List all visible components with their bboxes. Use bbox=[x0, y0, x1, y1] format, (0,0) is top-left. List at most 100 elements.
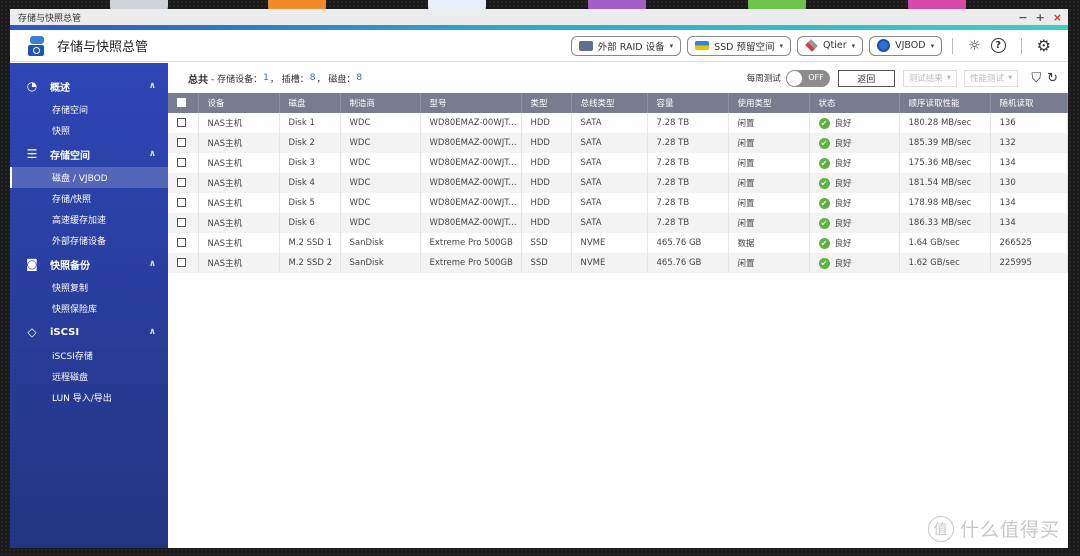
cell-model: Extreme Pro 500GB bbox=[420, 233, 522, 253]
cell-rand-read: 136 bbox=[990, 113, 1068, 133]
status-text: 良好 bbox=[834, 219, 852, 229]
cell-bus: SATA bbox=[571, 133, 648, 153]
sidebar-item-cache-acceleration[interactable]: 高速缓存加速 bbox=[10, 209, 168, 230]
sidebar-item-external-storage[interactable]: 外部存储设备 bbox=[10, 230, 168, 251]
cell-vendor: WDC bbox=[340, 193, 421, 213]
table-row[interactable]: NAS主机 Disk 2 WDC WD80EMAZ-00WJT... HDD SATA 7.… bbox=[168, 133, 1068, 153]
column-header[interactable]: 总线类型 bbox=[571, 93, 648, 113]
chevron-up-icon[interactable]: ∧ bbox=[149, 149, 156, 159]
chevron-up-icon[interactable]: ∧ bbox=[149, 327, 156, 337]
ssd-overprovision-label: SSD 预留空间 bbox=[714, 41, 775, 53]
select-all-checkbox[interactable] bbox=[177, 98, 186, 107]
window-titlebar[interactable]: 存储与快照总管 − + × bbox=[10, 9, 1068, 25]
column-header[interactable]: 型号 bbox=[420, 93, 522, 113]
column-header[interactable]: 随机读取 bbox=[990, 93, 1068, 113]
sidebar-item-iscsi-storage[interactable]: iSCSI存储 bbox=[10, 345, 168, 366]
performance-test-dropdown[interactable]: 性能测试 ▾ bbox=[964, 69, 1019, 87]
sidebar-group-overview[interactable]: ◔ 概述 ∧ bbox=[10, 73, 168, 99]
row-checkbox[interactable] bbox=[177, 218, 186, 227]
external-raid-label: 外部 RAID 设备 bbox=[597, 41, 665, 53]
sidebar-item-remote-disk[interactable]: 远程磁盘 bbox=[10, 366, 168, 387]
vjbod-button[interactable]: VJBOD ▾ bbox=[869, 35, 943, 56]
devices-label: - 存储设备： bbox=[211, 74, 263, 85]
minimize-button[interactable]: − bbox=[1018, 11, 1027, 24]
cell-seq-read: 1.62 GB/sec bbox=[899, 253, 991, 273]
sidebar-group-storage[interactable]: ☰ 存储空间 ∧ bbox=[10, 141, 168, 167]
row-checkbox[interactable] bbox=[177, 138, 186, 147]
diagnostics-icon[interactable]: ☼ bbox=[968, 38, 981, 54]
slots-count: 8 bbox=[309, 73, 316, 83]
column-header[interactable]: 状态 bbox=[809, 93, 900, 113]
chevron-up-icon[interactable]: ∧ bbox=[149, 259, 156, 269]
cell-capacity: 7.28 TB bbox=[647, 133, 729, 153]
table-row[interactable]: NAS主机 Disk 4 WDC WD80EMAZ-00WJT... HDD SATA 7.… bbox=[168, 173, 1068, 193]
cell-device: NAS主机 bbox=[198, 173, 280, 193]
sidebar-item-snapshot-vault[interactable]: 快照保险库 bbox=[10, 298, 168, 319]
column-header[interactable]: 类型 bbox=[521, 93, 572, 113]
status-text: 良好 bbox=[834, 159, 852, 169]
row-checkbox[interactable] bbox=[177, 258, 186, 267]
qtier-button[interactable]: Qtier ▾ bbox=[797, 35, 864, 56]
cell-vendor: WDC bbox=[340, 153, 421, 173]
weekly-test-label: 每周测试 bbox=[746, 74, 781, 84]
sidebar-item-snapshot-overview[interactable]: 快照 bbox=[10, 120, 168, 141]
watermark-text: 什么值得买 bbox=[959, 519, 1060, 541]
sidebar-group-snapshot-backup[interactable]: ◙ 快照备份 ∧ bbox=[10, 251, 168, 277]
table-row[interactable]: NAS主机 M.2 SSD 2 SanDisk Extreme Pro 500GB SS… bbox=[168, 253, 1068, 273]
table-row[interactable]: NAS主机 Disk 1 WDC WD80EMAZ-00WJT... HDD SATA 7.… bbox=[168, 113, 1068, 133]
sidebar-item-snapshot-replica[interactable]: 快照复制 bbox=[10, 277, 168, 298]
sidebar-group-iscsi[interactable]: ◇ iSCSI ∧ bbox=[10, 319, 168, 345]
close-button[interactable]: × bbox=[1053, 11, 1062, 24]
cell-bus: NVME bbox=[571, 253, 648, 273]
database-icon: ☰ bbox=[26, 147, 38, 161]
cell-status: ✔ 良好 bbox=[809, 253, 900, 273]
cell-seq-read: 186.33 MB/sec bbox=[899, 213, 991, 233]
ssd-overprovision-button[interactable]: SSD 预留空间 ▾ bbox=[687, 35, 792, 56]
cell-rand-read: 225995 bbox=[990, 253, 1068, 273]
sidebar-item-storage-overview[interactable]: 存储空间 bbox=[10, 99, 168, 120]
row-checkbox[interactable] bbox=[177, 118, 186, 127]
column-header[interactable]: 制造商 bbox=[340, 93, 421, 113]
cell-status: ✔ 良好 bbox=[809, 133, 900, 153]
cell-rand-read: 134 bbox=[990, 213, 1068, 233]
row-checkbox-cell bbox=[168, 253, 199, 273]
row-checkbox[interactable] bbox=[177, 198, 186, 207]
app-header: 存储与快照总管 外部 RAID 设备 ▾ SSD 预留空间 ▾ Qtier ▾ … bbox=[10, 30, 1068, 62]
cell-usage: 闲置 bbox=[728, 133, 810, 153]
row-checkbox[interactable] bbox=[177, 238, 186, 247]
maximize-button[interactable]: + bbox=[1036, 11, 1045, 24]
row-checkbox-cell bbox=[168, 153, 199, 173]
chevron-up-icon[interactable]: ∧ bbox=[149, 81, 156, 91]
column-header[interactable]: 容量 bbox=[647, 93, 729, 113]
toggle-state: OFF bbox=[808, 72, 824, 82]
sidebar-item-lun-import-export[interactable]: LUN 导入/导出 bbox=[10, 387, 168, 408]
column-header[interactable]: 磁盘 bbox=[279, 93, 341, 113]
row-checkbox[interactable] bbox=[177, 158, 186, 167]
row-checkbox[interactable] bbox=[177, 178, 186, 187]
cell-vendor: SanDisk bbox=[340, 233, 421, 253]
back-button[interactable]: 返回 bbox=[837, 69, 895, 87]
column-header[interactable]: 使用类型 bbox=[728, 93, 810, 113]
cell-vendor: WDC bbox=[340, 213, 421, 233]
table-row[interactable]: NAS主机 Disk 6 WDC WD80EMAZ-00WJT... HDD SATA 7.… bbox=[168, 213, 1068, 233]
refresh-icon[interactable]: ↻ bbox=[1047, 71, 1058, 86]
sidebar-item-disks-vjbod[interactable]: 磁盘 / VJBOD bbox=[10, 167, 168, 188]
table-row[interactable]: NAS主机 M.2 SSD 1 SanDisk Extreme Pro 500GB SS… bbox=[168, 233, 1068, 253]
sidebar-item-storage-snapshots[interactable]: 存储/快照 bbox=[10, 188, 168, 209]
help-icon[interactable]: ? bbox=[990, 38, 1006, 53]
weekly-test-toggle[interactable]: OFF bbox=[785, 69, 830, 87]
cell-usage: 数据 bbox=[728, 233, 810, 253]
cell-bus: SATA bbox=[571, 173, 648, 193]
summary-bar: 总共 - 存储设备： 1 ， 插槽： 8 ， 磁盘： 8 每周测试 OFF 返回… bbox=[168, 63, 1068, 93]
cell-model: WD80EMAZ-00WJT... bbox=[420, 213, 522, 233]
filter-icon[interactable]: ⛉ bbox=[1031, 71, 1041, 86]
cell-model: WD80EMAZ-00WJT... bbox=[420, 153, 522, 173]
column-header[interactable]: 设备 bbox=[198, 93, 280, 113]
table-row[interactable]: NAS主机 Disk 3 WDC WD80EMAZ-00WJT... HDD SATA 7.… bbox=[168, 153, 1068, 173]
settings-gear-icon[interactable]: ⚙ bbox=[1037, 36, 1051, 55]
external-raid-button[interactable]: 外部 RAID 设备 ▾ bbox=[570, 35, 682, 56]
table-row[interactable]: NAS主机 Disk 5 WDC WD80EMAZ-00WJT... HDD SATA 7.… bbox=[168, 193, 1068, 213]
test-results-dropdown[interactable]: 测试结果 ▾ bbox=[902, 69, 958, 87]
column-header[interactable]: 顺序读取性能 bbox=[899, 93, 991, 113]
cell-device: NAS主机 bbox=[198, 253, 280, 273]
